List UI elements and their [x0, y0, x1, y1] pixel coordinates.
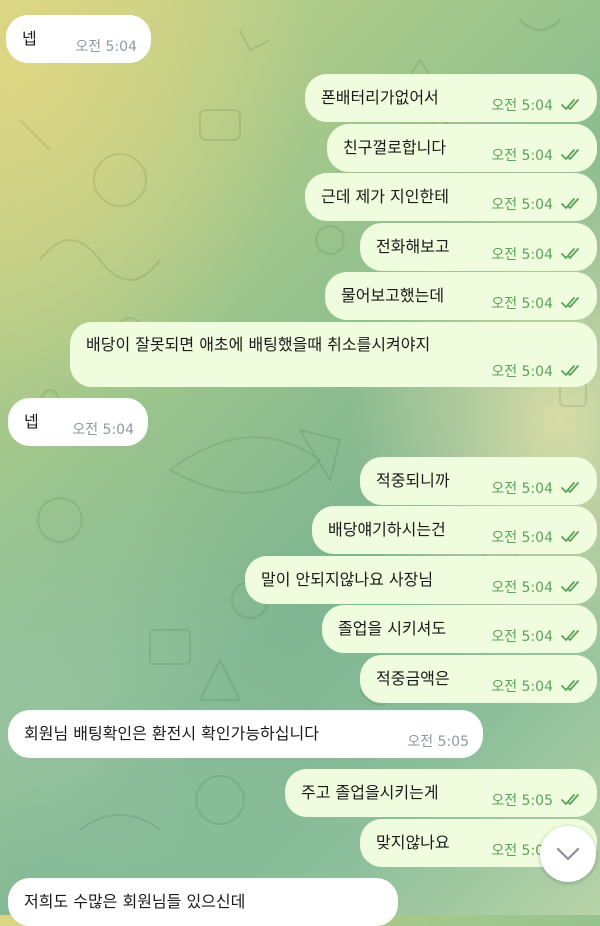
message-text: 친구껄로합니다: [343, 138, 447, 157]
message-time: 오전 5:05: [491, 793, 553, 809]
message-time: 오전 5:04: [491, 530, 553, 546]
message-text: 졸업을 시키셔도: [338, 619, 447, 638]
outgoing-message[interactable]: 폰배터리가없어서오전 5:04: [305, 74, 597, 122]
double-check-icon: [561, 482, 579, 493]
message-time: 오전 5:04: [491, 197, 553, 213]
outgoing-message[interactable]: 졸업을 시키셔도오전 5:04: [322, 605, 597, 653]
outgoing-message[interactable]: 적중되니까오전 5:04: [360, 457, 597, 505]
message-text: 폰배터리가없어서: [321, 88, 439, 107]
message-text: 넵: [22, 29, 37, 48]
double-check-icon: [561, 198, 579, 209]
message-text: 전화해보고: [376, 237, 450, 256]
double-check-icon: [561, 680, 579, 691]
message-text: 회원님 배팅확인은 환전시 확인가능하십니다: [24, 724, 319, 743]
double-check-icon: [561, 365, 579, 376]
double-check-icon: [561, 99, 579, 110]
message-time: 오전 5:05: [407, 734, 469, 750]
message-text: 저희도 수많은 회원님들 있으신데: [24, 892, 246, 911]
message-text: 말이 안되지않나요 사장님: [261, 570, 434, 589]
incoming-message[interactable]: 넵오전 5:04: [8, 398, 148, 446]
outgoing-message[interactable]: 물어보고했는데오전 5:04: [325, 272, 597, 320]
outgoing-message[interactable]: 배당얘기하시는건오전 5:04: [312, 506, 597, 554]
message-time: 오전 5:04: [491, 98, 553, 114]
message-text: 근데 제가 지인한테: [321, 187, 449, 206]
outgoing-message[interactable]: 근데 제가 지인한테오전 5:04: [305, 173, 597, 221]
message-text: 배당이 잘못되면 애초에 배팅했을때 취소를시켜야지: [86, 335, 431, 354]
double-check-icon: [561, 794, 579, 805]
outgoing-message[interactable]: 전화해보고오전 5:04: [360, 223, 597, 271]
message-time: 오전 5:04: [75, 39, 137, 55]
message-text: 적중금액은: [376, 669, 450, 688]
outgoing-message[interactable]: 주고 졸업을시키는게오전 5:05: [285, 769, 597, 817]
incoming-message[interactable]: 저희도 수많은 회원님들 있으신데: [8, 878, 398, 926]
double-check-icon: [561, 531, 579, 542]
message-text: 물어보고했는데: [341, 286, 445, 305]
message-time: 오전 5:04: [491, 580, 553, 596]
chevron-down-icon: [556, 847, 580, 861]
message-time: 오전 5:04: [491, 296, 553, 312]
outgoing-message[interactable]: 배당이 잘못되면 애초에 배팅했을때 취소를시켜야지오전 5:04: [70, 322, 597, 387]
outgoing-message[interactable]: 적중금액은오전 5:04: [360, 655, 597, 703]
double-check-icon: [561, 630, 579, 641]
message-text: 배당얘기하시는건: [328, 520, 446, 539]
message-text: 적중되니까: [376, 471, 450, 490]
message-text: 주고 졸업을시키는게: [301, 783, 439, 802]
scroll-down-button[interactable]: [540, 826, 596, 882]
double-check-icon: [561, 248, 579, 259]
message-time: 오전 5:04: [491, 481, 553, 497]
double-check-icon: [561, 581, 579, 592]
incoming-message[interactable]: 회원님 배팅확인은 환전시 확인가능하십니다오전 5:05: [8, 710, 483, 758]
double-check-icon: [561, 149, 579, 160]
outgoing-message[interactable]: 말이 안되지않나요 사장님오전 5:04: [245, 556, 597, 604]
incoming-message[interactable]: 넵오전 5:04: [6, 15, 151, 63]
message-time: 오전 5:04: [491, 247, 553, 263]
message-time: 오전 5:04: [491, 148, 553, 164]
message-time: 오전 5:04: [491, 629, 553, 645]
message-text: 맞지않나요: [376, 833, 450, 852]
outgoing-message[interactable]: 친구껄로합니다오전 5:04: [327, 124, 597, 172]
message-time: 오전 5:04: [72, 422, 134, 438]
double-check-icon: [561, 297, 579, 308]
message-text: 넵: [24, 412, 39, 431]
message-time: 오전 5:04: [491, 679, 553, 695]
message-time: 오전 5:04: [491, 364, 553, 380]
